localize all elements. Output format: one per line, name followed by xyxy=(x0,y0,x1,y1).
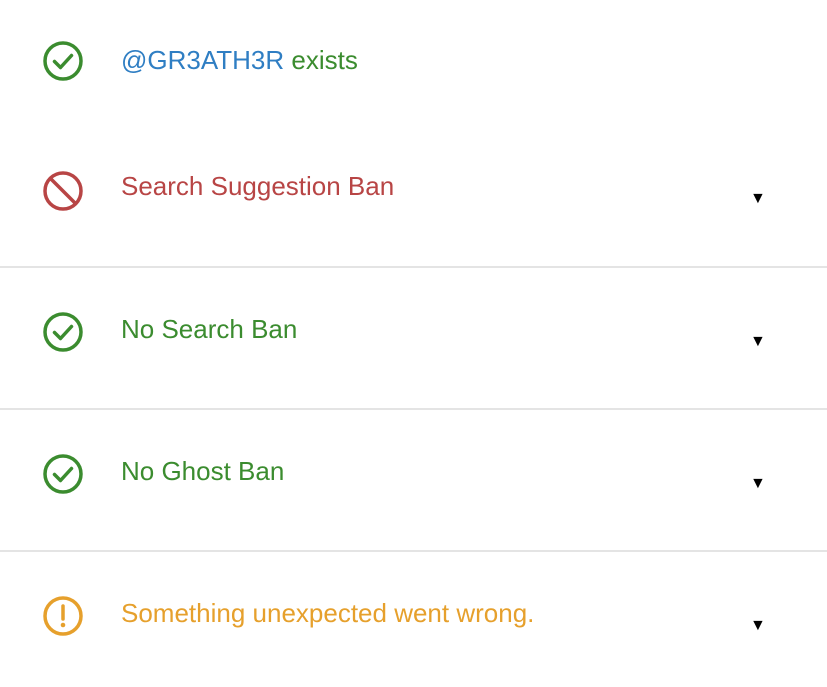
check-circle-icon xyxy=(43,312,83,352)
expand-caret-icon[interactable]: ▼ xyxy=(750,618,766,634)
check-circle-icon xyxy=(43,41,83,81)
check-circle-icon xyxy=(43,454,83,494)
expand-caret-icon[interactable]: ▼ xyxy=(750,334,766,350)
check-row-ghost-ban[interactable]: No Ghost Ban ▼ xyxy=(0,408,827,550)
expand-caret-icon[interactable]: ▼ xyxy=(750,476,766,492)
expand-caret-icon[interactable]: ▼ xyxy=(750,191,766,207)
check-row-search-ban[interactable]: No Search Ban ▼ xyxy=(0,266,827,408)
check-row-reply-deboosting[interactable]: Something unexpected went wrong. ▼ xyxy=(0,550,827,687)
search-ban-label: No Search Ban xyxy=(121,314,298,344)
ghost-ban-label: No Ghost Ban xyxy=(121,456,285,486)
exists-label: @GR3ATH3R exists xyxy=(121,45,358,75)
search-suggestion-ban-label: Search Suggestion Ban xyxy=(121,171,395,201)
prohibited-icon xyxy=(43,171,83,211)
unexpected-error-label: Something unexpected went wrong. xyxy=(121,598,535,628)
check-row-search-suggestion-ban[interactable]: Search Suggestion Ban ▼ xyxy=(0,125,827,266)
exclamation-circle-icon xyxy=(43,596,83,636)
username-handle: @GR3ATH3R xyxy=(121,45,285,75)
check-row-exists: @GR3ATH3R exists xyxy=(0,0,827,125)
exists-text: exists xyxy=(284,45,358,75)
